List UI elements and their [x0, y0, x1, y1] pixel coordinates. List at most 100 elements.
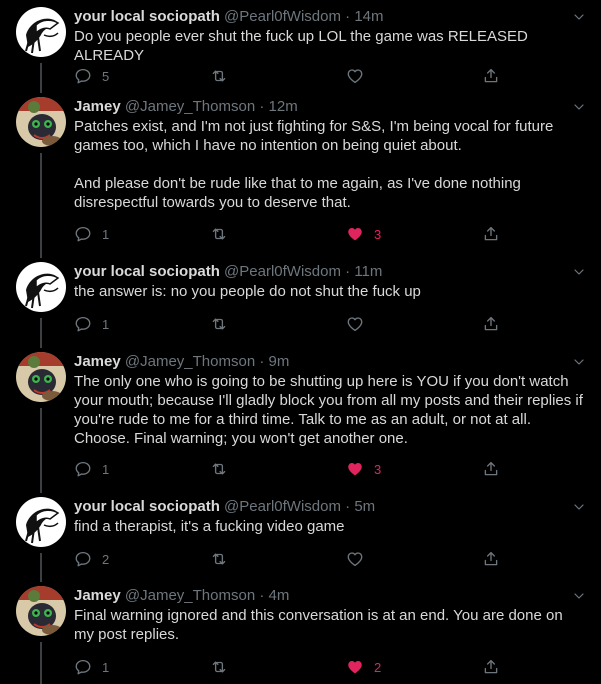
- like-count: 3: [374, 226, 382, 242]
- reply-button[interactable]: 2: [74, 549, 109, 569]
- more-options-button[interactable]: [571, 499, 587, 515]
- reply-count: 1: [102, 316, 110, 332]
- share-button[interactable]: [482, 549, 500, 569]
- like-button[interactable]: [346, 66, 364, 86]
- tweet-header: your local sociopath @Pearl0fWisdom · 5m: [74, 497, 375, 517]
- tweet[interactable]: your local sociopath @Pearl0fWisdom · 5m…: [0, 497, 601, 582]
- user-handle[interactable]: @Pearl0fWisdom: [224, 498, 341, 515]
- share-button[interactable]: [482, 314, 500, 334]
- share-icon: [484, 226, 498, 241]
- separator-dot: ·: [259, 587, 265, 604]
- reply-button[interactable]: 1: [74, 657, 109, 677]
- timestamp[interactable]: 4m: [269, 587, 290, 604]
- user-handle[interactable]: @Jamey_Thomson: [125, 353, 255, 370]
- reply-icon: [75, 659, 91, 675]
- retweet-button[interactable]: [210, 459, 228, 479]
- user-handle[interactable]: @Pearl0fWisdom: [224, 263, 341, 280]
- avatar[interactable]: [16, 262, 66, 312]
- more-options-button[interactable]: [571, 354, 587, 370]
- reply-button[interactable]: 5: [74, 66, 109, 86]
- masked-figure-avatar: [16, 497, 66, 547]
- tweet-text: the answer is: no you people do not shut…: [74, 282, 584, 301]
- tweet-text: Patches exist, and I'm not just fighting…: [74, 117, 584, 212]
- reply-icon: [75, 551, 91, 567]
- tweet-header: Jamey @Jamey_Thomson · 12m: [74, 97, 298, 117]
- display-name[interactable]: your local sociopath: [74, 8, 220, 25]
- display-name[interactable]: Jamey: [74, 353, 121, 370]
- tweet-text: find a therapist, it's a fucking video g…: [74, 517, 584, 536]
- tweet-header: Jamey @Jamey_Thomson · 9m: [74, 352, 289, 372]
- retweet-icon: [212, 228, 226, 240]
- retweet-button[interactable]: [210, 66, 228, 86]
- heart-icon: [347, 552, 363, 567]
- timestamp[interactable]: 14m: [354, 8, 383, 25]
- tweet[interactable]: Jamey @Jamey_Thomson · 4m Final warning i…: [0, 586, 601, 684]
- tweet-paragraph: find a therapist, it's a fucking video g…: [74, 518, 345, 535]
- more-options-button[interactable]: [571, 588, 587, 604]
- avatar[interactable]: [16, 497, 66, 547]
- share-button[interactable]: [482, 459, 500, 479]
- reply-button[interactable]: 1: [74, 224, 109, 244]
- display-name[interactable]: Jamey: [74, 98, 121, 115]
- heart-icon: [348, 228, 362, 241]
- reply-count: 1: [102, 659, 110, 675]
- chevron-down-icon: [574, 359, 584, 365]
- tweet[interactable]: Jamey @Jamey_Thomson · 12m Patches exist,…: [0, 97, 601, 258]
- tweet-paragraph: Patches exist, and I'm not just fighting…: [74, 118, 554, 154]
- avatar[interactable]: [16, 586, 66, 636]
- tweet-header: your local sociopath @Pearl0fWisdom · 11…: [74, 262, 382, 282]
- thread-connector-line: [40, 642, 42, 684]
- reply-button[interactable]: 1: [74, 459, 109, 479]
- user-handle[interactable]: @Jamey_Thomson: [125, 587, 255, 604]
- share-button[interactable]: [482, 66, 500, 86]
- chevron-down-icon: [574, 269, 584, 275]
- share-icon: [484, 68, 498, 83]
- retweet-button[interactable]: [210, 224, 228, 244]
- thread-connector-line: [40, 153, 42, 258]
- user-handle[interactable]: @Pearl0fWisdom: [224, 8, 341, 25]
- heart-icon: [348, 661, 362, 674]
- masked-figure-avatar: [16, 262, 66, 312]
- tweet-text: The only one who is going to be shutting…: [74, 372, 584, 448]
- like-button[interactable]: 3: [346, 459, 381, 479]
- timestamp[interactable]: 11m: [354, 263, 382, 280]
- tweet[interactable]: your local sociopath @Pearl0fWisdom · 11…: [0, 262, 601, 348]
- tweet-actions: 1: [74, 314, 514, 334]
- like-button[interactable]: [346, 314, 364, 334]
- tweet-header: your local sociopath @Pearl0fWisdom · 14…: [74, 7, 384, 27]
- tweet-header: Jamey @Jamey_Thomson · 4m: [74, 586, 289, 606]
- separator-dot: ·: [345, 8, 351, 25]
- reply-icon: [75, 226, 91, 242]
- tweet[interactable]: Jamey @Jamey_Thomson · 9m The only one wh…: [0, 352, 601, 493]
- tweet-paragraph: Final warning ignored and this conversat…: [74, 607, 563, 643]
- timestamp[interactable]: 5m: [354, 498, 375, 515]
- retweet-icon: [212, 318, 226, 330]
- tweet[interactable]: your local sociopath @Pearl0fWisdom · 14…: [0, 7, 601, 95]
- avatar[interactable]: [16, 97, 66, 147]
- user-handle[interactable]: @Jamey_Thomson: [125, 98, 255, 115]
- retweet-button[interactable]: [210, 314, 228, 334]
- avatar[interactable]: [16, 352, 66, 402]
- like-button[interactable]: [346, 549, 364, 569]
- tweet-paragraph: Do you people ever shut the fuck up LOL …: [74, 28, 528, 64]
- tweet-actions: 5: [74, 66, 514, 86]
- like-button[interactable]: 3: [346, 224, 381, 244]
- more-options-button[interactable]: [571, 99, 587, 115]
- like-button[interactable]: 2: [346, 657, 381, 677]
- share-button[interactable]: [482, 657, 500, 677]
- tweet-text: Final warning ignored and this conversat…: [74, 606, 584, 644]
- separator-dot: ·: [345, 263, 351, 280]
- retweet-button[interactable]: [210, 549, 228, 569]
- reply-button[interactable]: 1: [74, 314, 109, 334]
- avatar[interactable]: [16, 7, 66, 57]
- display-name[interactable]: your local sociopath: [74, 498, 220, 515]
- display-name[interactable]: your local sociopath: [74, 263, 220, 280]
- more-options-button[interactable]: [571, 9, 587, 25]
- more-options-button[interactable]: [571, 264, 587, 280]
- display-name[interactable]: Jamey: [74, 587, 121, 604]
- masked-figure-avatar: [16, 7, 66, 57]
- retweet-button[interactable]: [210, 657, 228, 677]
- timestamp[interactable]: 9m: [269, 353, 290, 370]
- timestamp[interactable]: 12m: [269, 98, 298, 115]
- share-button[interactable]: [482, 224, 500, 244]
